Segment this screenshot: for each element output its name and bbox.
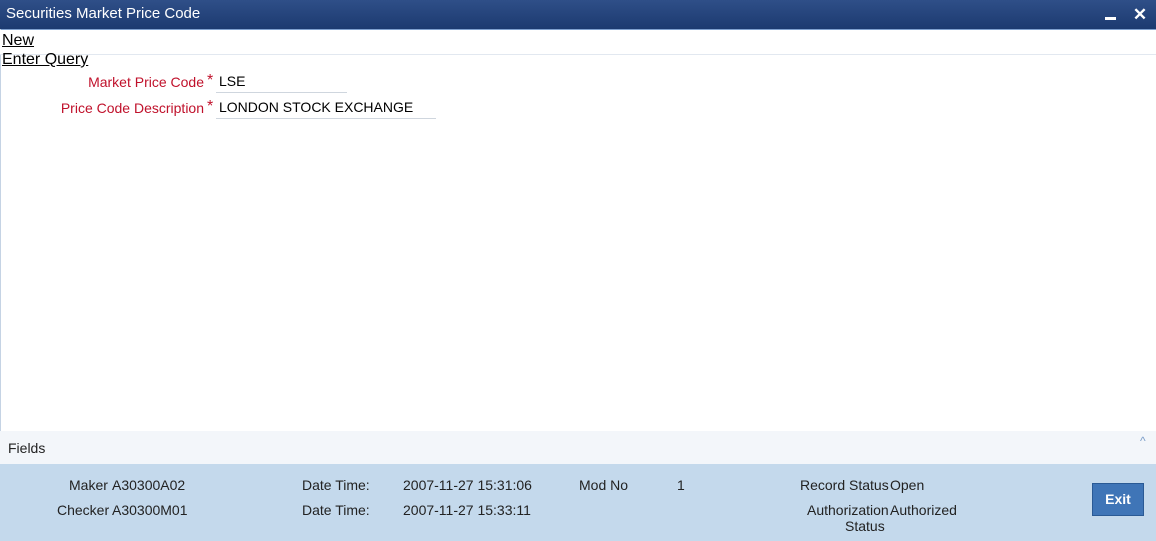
new-link[interactable]: New	[2, 32, 34, 50]
checker-label: Checker	[57, 502, 110, 518]
chevron-up-icon[interactable]: ^	[1140, 434, 1154, 448]
fields-section[interactable]: Fields ^	[0, 431, 1156, 464]
authorization-status-value: Authorized	[890, 502, 957, 518]
title-bar: Securities Market Price Code ✕	[0, 0, 1156, 30]
price-code-description-input[interactable]	[216, 96, 436, 119]
exit-button[interactable]: Exit	[1092, 483, 1144, 516]
maker-label: Maker	[69, 477, 108, 493]
minimize-icon[interactable]	[1100, 5, 1120, 25]
maker-datetime-label: Date Time:	[302, 477, 370, 493]
required-marker: *	[207, 72, 214, 89]
mod-no-value: 1	[677, 477, 685, 493]
maker-value: A30300A02	[112, 477, 186, 493]
maker-datetime-value: 2007-11-27 15:31:06	[403, 477, 532, 493]
close-icon[interactable]: ✕	[1130, 5, 1150, 25]
record-status-value: Open	[890, 477, 925, 493]
toolbar	[0, 30, 1156, 55]
market-price-code-input[interactable]	[216, 70, 347, 93]
price-code-description-label: Price Code Description	[60, 100, 204, 116]
enter-query-link[interactable]: Enter Query	[2, 51, 88, 69]
checker-value: A30300M01	[112, 502, 188, 518]
record-status-label: Record Status	[800, 477, 889, 493]
authorization-status-label-line2: Status	[845, 518, 885, 534]
checker-datetime-label: Date Time:	[302, 502, 370, 518]
mod-no-label: Mod No	[579, 477, 629, 493]
required-marker: *	[207, 98, 214, 115]
authorization-status-label: Authorization	[807, 502, 889, 518]
market-price-code-label: Market Price Code	[88, 74, 204, 90]
window-title: Securities Market Price Code	[6, 5, 201, 22]
fields-label: Fields	[8, 440, 46, 456]
checker-datetime-value: 2007-11-27 15:33:11	[403, 502, 531, 518]
